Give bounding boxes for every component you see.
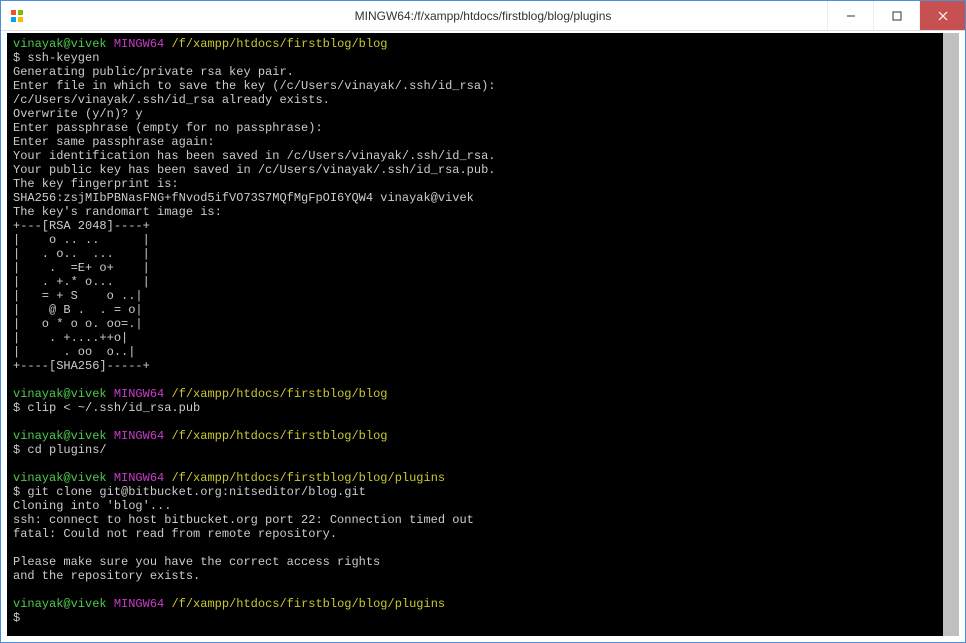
output-line: Enter same passphrase again: <box>13 135 953 149</box>
app-icon <box>9 8 25 24</box>
output-line: | @ B . . = o| <box>13 303 953 317</box>
terminal-output[interactable]: vinayak@vivek MINGW64 /f/xampp/htdocs/fi… <box>7 33 959 636</box>
blank-line <box>13 583 953 597</box>
app-window: MINGW64:/f/xampp/htdocs/firstblog/blog/p… <box>0 0 966 643</box>
prompt-line: vinayak@vivek MINGW64 /f/xampp/htdocs/fi… <box>13 37 953 51</box>
prompt-line: vinayak@vivek MINGW64 /f/xampp/htdocs/fi… <box>13 429 953 443</box>
prompt-env: MINGW64 <box>114 387 164 401</box>
output-line: The key's randomart image is: <box>13 205 953 219</box>
output-line: Please make sure you have the correct ac… <box>13 555 953 569</box>
output-line: The key fingerprint is: <box>13 177 953 191</box>
prompt-user: vinayak@vivek <box>13 471 107 485</box>
output-line: +---[RSA 2048]----+ <box>13 219 953 233</box>
output-line: | . o.. ... | <box>13 247 953 261</box>
prompt-path: /f/xampp/htdocs/firstblog/blog <box>171 387 387 401</box>
command-line: $ ssh-keygen <box>13 51 953 65</box>
prompt-path: /f/xampp/htdocs/firstblog/blog <box>171 429 387 443</box>
output-line: | o .. .. | <box>13 233 953 247</box>
output-line: SHA256:zsjMIbPBNasFNG+fNvod5ifVO73S7MQfM… <box>13 191 953 205</box>
maximize-button[interactable] <box>873 1 919 30</box>
output-line: ssh: connect to host bitbucket.org port … <box>13 513 953 527</box>
prompt-line: vinayak@vivek MINGW64 /f/xampp/htdocs/fi… <box>13 597 953 611</box>
prompt-env: MINGW64 <box>114 597 164 611</box>
output-line <box>13 541 953 555</box>
prompt-env: MINGW64 <box>114 37 164 51</box>
output-line: Generating public/private rsa key pair. <box>13 65 953 79</box>
output-line: | . =E+ o+ | <box>13 261 953 275</box>
output-line: Enter file in which to save the key (/c/… <box>13 79 953 93</box>
output-line: | . oo o..| <box>13 345 953 359</box>
output-line: | = + S o ..| <box>13 289 953 303</box>
blank-line <box>13 415 953 429</box>
scrollbar-thumb[interactable] <box>943 33 959 636</box>
blank-line <box>13 457 953 471</box>
scrollbar[interactable] <box>943 33 959 636</box>
command-line: $ clip < ~/.ssh/id_rsa.pub <box>13 401 953 415</box>
window-title: MINGW64:/f/xampp/htdocs/firstblog/blog/p… <box>355 9 612 23</box>
close-button[interactable] <box>919 1 965 30</box>
prompt-user: vinayak@vivek <box>13 37 107 51</box>
command-line: $ cd plugins/ <box>13 443 953 457</box>
output-line: /c/Users/vinayak/.ssh/id_rsa already exi… <box>13 93 953 107</box>
output-line: | . +.* o... | <box>13 275 953 289</box>
prompt-path: /f/xampp/htdocs/firstblog/blog <box>171 37 387 51</box>
blank-line <box>13 373 953 387</box>
output-line: Enter passphrase (empty for no passphras… <box>13 121 953 135</box>
prompt-line: vinayak@vivek MINGW64 /f/xampp/htdocs/fi… <box>13 387 953 401</box>
prompt-user: vinayak@vivek <box>13 429 107 443</box>
prompt-path: /f/xampp/htdocs/firstblog/blog/plugins <box>171 471 445 485</box>
command-line: $ <box>13 611 953 625</box>
output-line: Your public key has been saved in /c/Use… <box>13 163 953 177</box>
window-controls <box>827 1 965 30</box>
prompt-line: vinayak@vivek MINGW64 /f/xampp/htdocs/fi… <box>13 471 953 485</box>
output-line: | o * o o. oo=.| <box>13 317 953 331</box>
output-line: Your identification has been saved in /c… <box>13 149 953 163</box>
output-line: Cloning into 'blog'... <box>13 499 953 513</box>
output-line: Overwrite (y/n)? y <box>13 107 953 121</box>
command-line: $ git clone git@bitbucket.org:nitseditor… <box>13 485 953 499</box>
output-line: +----[SHA256]-----+ <box>13 359 953 373</box>
minimize-button[interactable] <box>827 1 873 30</box>
prompt-path: /f/xampp/htdocs/firstblog/blog/plugins <box>171 597 445 611</box>
prompt-user: vinayak@vivek <box>13 597 107 611</box>
prompt-user: vinayak@vivek <box>13 387 107 401</box>
output-line: fatal: Could not read from remote reposi… <box>13 527 953 541</box>
titlebar[interactable]: MINGW64:/f/xampp/htdocs/firstblog/blog/p… <box>1 1 965 31</box>
output-line: | . +....++o| <box>13 331 953 345</box>
prompt-env: MINGW64 <box>114 429 164 443</box>
prompt-env: MINGW64 <box>114 471 164 485</box>
output-line: and the repository exists. <box>13 569 953 583</box>
